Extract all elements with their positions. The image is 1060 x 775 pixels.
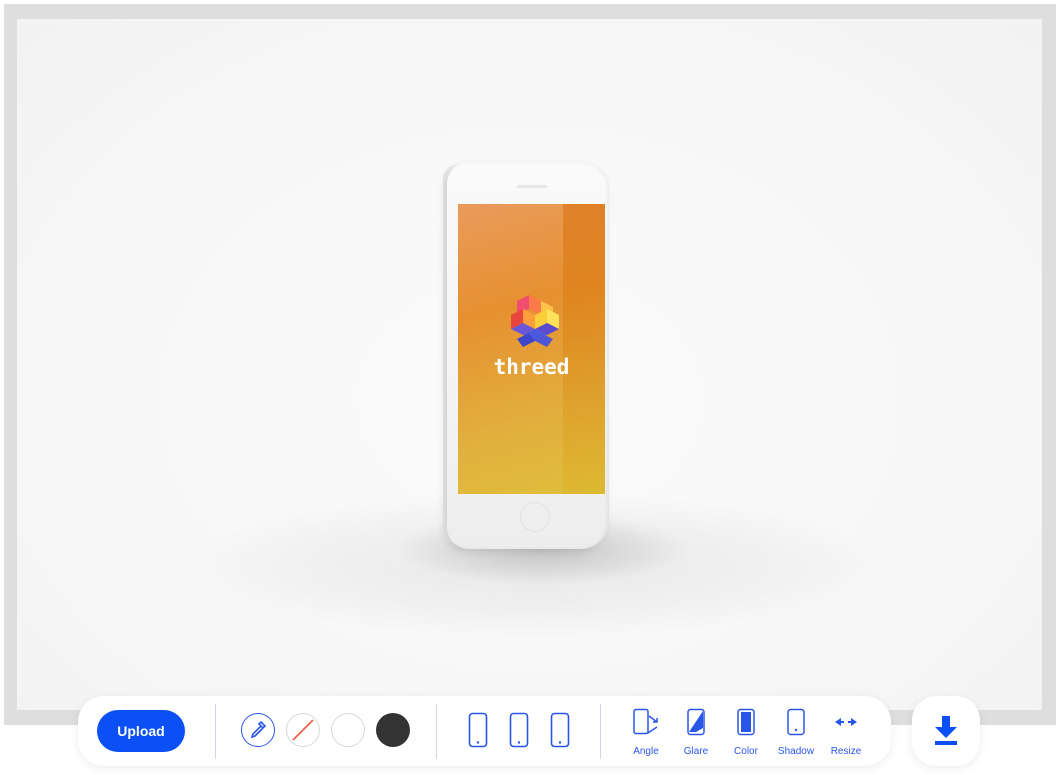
download-button[interactable] — [912, 696, 980, 766]
angle-icon — [633, 708, 658, 735]
toolbar-divider — [215, 704, 216, 759]
no-color-swatch[interactable] — [286, 713, 320, 747]
eyedropper-button[interactable] — [241, 713, 275, 747]
bottom-toolbar: Upload Angle Glare Color Shadow Resize — [78, 696, 891, 766]
phone-home-button — [520, 502, 550, 532]
toolbar-divider — [600, 704, 601, 759]
color-tool[interactable]: Color — [722, 706, 770, 760]
dark-color-swatch[interactable] — [376, 713, 410, 747]
resize-label: Resize — [830, 746, 862, 757]
phone-portrait-icon[interactable] — [509, 712, 529, 748]
no-color-icon — [292, 719, 314, 741]
resize-icon — [835, 718, 857, 726]
angle-tool[interactable]: Angle — [622, 706, 670, 760]
eyedropper-icon — [250, 720, 267, 739]
glare-label: Glare — [683, 746, 709, 757]
shadow-icon — [787, 708, 805, 736]
shadow-tool[interactable]: Shadow — [772, 706, 820, 760]
glare-tool[interactable]: Glare — [672, 706, 720, 760]
color-icon — [737, 708, 755, 736]
threed-logo — [511, 295, 559, 347]
upload-button[interactable]: Upload — [97, 710, 185, 752]
phone-mockup[interactable]: threed — [447, 162, 609, 549]
phone-screen: threed — [458, 204, 605, 494]
mockup-canvas: threed — [17, 19, 1042, 710]
phone-speaker — [517, 185, 547, 188]
white-color-swatch[interactable] — [331, 713, 365, 747]
glare-icon — [687, 708, 705, 736]
toolbar-divider — [436, 704, 437, 759]
color-label: Color — [734, 746, 758, 757]
resize-tool[interactable]: Resize — [822, 706, 870, 760]
threed-logo-text: threed — [493, 355, 570, 379]
phone-portrait-icon[interactable] — [550, 712, 570, 748]
phone-portrait-icon[interactable] — [468, 712, 488, 748]
angle-label: Angle — [633, 746, 659, 757]
download-icon — [935, 716, 957, 745]
shadow-label: Shadow — [777, 746, 815, 757]
